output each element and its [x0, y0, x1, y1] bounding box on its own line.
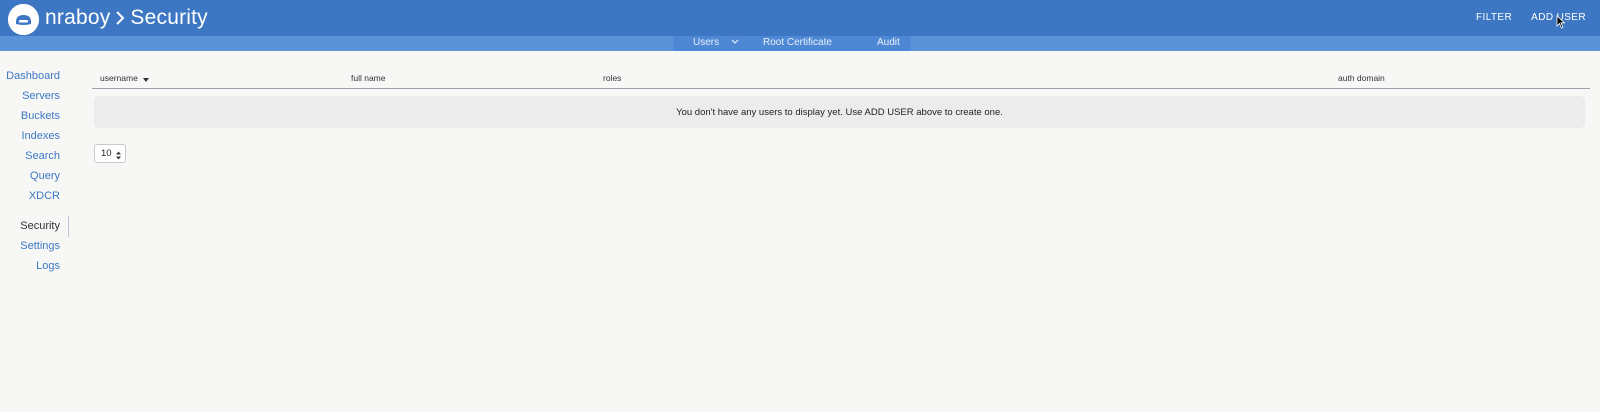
select-arrows-icon [116, 149, 121, 166]
empty-state-text: You don't have any users to display yet.… [676, 106, 1003, 118]
users-table-header: username full name roles auth domain [92, 71, 1590, 89]
column-header-username[interactable]: username [100, 73, 150, 84]
top-header: nraboy Security FILTER ADD USER [0, 0, 1600, 36]
sidebar-item-servers[interactable]: Servers [22, 90, 60, 102]
page-size-value: 10 [101, 148, 112, 159]
tab-audit[interactable]: Audit [877, 37, 900, 48]
column-header-username-label: username [100, 73, 138, 83]
mouse-cursor-icon [1556, 15, 1566, 34]
sidebar-item-settings[interactable]: Settings [20, 240, 60, 252]
sub-navigation: Users Root Certificate Audit [0, 36, 1600, 51]
sidebar-item-logs[interactable]: Logs [36, 260, 60, 272]
column-header-roles[interactable]: roles [603, 73, 621, 83]
chevron-down-icon [731, 37, 739, 48]
breadcrumb-cluster[interactable]: nraboy [45, 6, 110, 30]
chevron-right-icon [115, 9, 125, 27]
tab-root-certificate[interactable]: Root Certificate [763, 37, 832, 48]
page-size-select[interactable]: 10 [94, 144, 126, 163]
sidebar-item-search[interactable]: Search [25, 150, 60, 162]
header-actions: FILTER ADD USER [1476, 12, 1586, 23]
sidebar: Dashboard Servers Buckets Indexes Search… [0, 66, 70, 412]
couchbase-logo-icon[interactable] [8, 4, 39, 35]
column-header-auth-domain[interactable]: auth domain [1338, 73, 1385, 83]
sidebar-item-dashboard[interactable]: Dashboard [6, 70, 60, 82]
sidebar-item-indexes[interactable]: Indexes [21, 130, 60, 142]
sidebar-item-buckets[interactable]: Buckets [21, 110, 60, 122]
column-header-full-name[interactable]: full name [351, 73, 386, 83]
sidebar-item-query[interactable]: Query [30, 170, 60, 182]
tab-users-label: Users [693, 37, 720, 49]
tab-users[interactable]: Users [693, 37, 739, 48]
active-item-indicator [68, 216, 69, 237]
filter-button[interactable]: FILTER [1476, 12, 1512, 23]
page-title: Security [130, 6, 208, 29]
sort-descending-icon [143, 74, 150, 84]
sidebar-item-security[interactable]: Security [20, 220, 60, 232]
breadcrumb: nraboy Security [45, 5, 208, 31]
sidebar-item-xdcr[interactable]: XDCR [29, 190, 60, 202]
empty-state-message: You don't have any users to display yet.… [94, 96, 1585, 128]
